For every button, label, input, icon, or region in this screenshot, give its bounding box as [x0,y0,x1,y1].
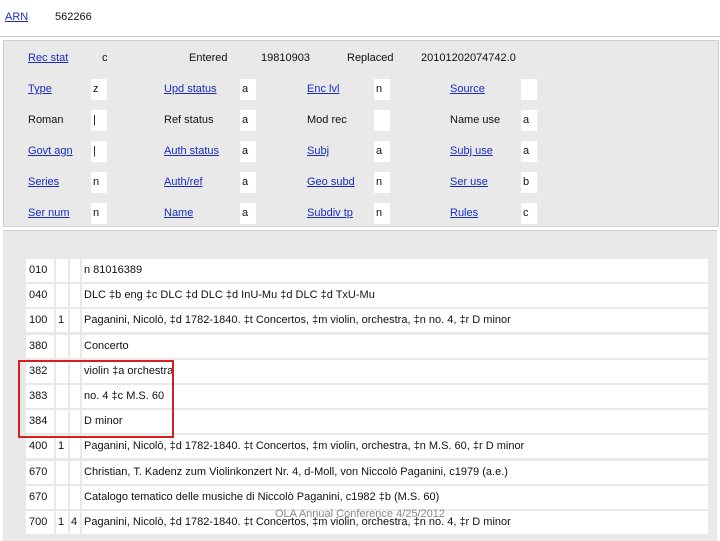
mod-rec-label: Mod rec [307,114,347,126]
ser-use-label[interactable]: Ser use [450,176,488,188]
series-field[interactable]: n [91,172,107,193]
indicator-1[interactable]: 1 [56,435,68,459]
fixed-fields-panel: Rec stat c Entered 19810903 Replaced 201… [3,40,719,227]
auth-status-label[interactable]: Auth status [164,145,219,157]
arn-link[interactable]: ARN [5,11,28,23]
type-field[interactable]: z [91,79,107,100]
subdiv-tp-label[interactable]: Subdiv tp [307,207,353,219]
series-label[interactable]: Series [28,176,59,188]
field-tag[interactable]: 670 [26,460,54,484]
arn-value: 562266 [55,11,92,23]
field-data[interactable]: DLC ‡b eng ‡c DLC ‡d DLC ‡d InU-Mu ‡d DL… [82,284,708,308]
subj-field[interactable]: a [374,141,390,162]
indicator-2[interactable] [70,435,80,459]
indicator-2[interactable] [70,259,80,282]
mod-rec-field[interactable] [374,110,390,131]
field-row-670: 670 Catalogo tematico delle musiche di Ni… [23,485,708,509]
field-tag[interactable]: 100 [26,309,54,333]
field-tag[interactable]: 380 [26,334,54,358]
geo-subd-label[interactable]: Geo subd [307,176,355,188]
field-tag[interactable]: 400 [26,435,54,459]
entered-label: Entered [189,52,228,64]
record-header: ARN 562266 [0,0,720,37]
field-row-670: 670 Christian, T. Kadenz zum Violinkonzer… [23,460,708,484]
field-data[interactable]: D minor [82,410,708,434]
source-label[interactable]: Source [450,83,485,95]
govt-agn-label[interactable]: Govt agn [28,145,73,157]
footer-caption: OLA Annual Conference 4/25/2012 [274,508,446,520]
indicator-1[interactable] [56,485,68,509]
field-tag[interactable]: 040 [26,284,54,308]
enc-lvl-label[interactable]: Enc lvl [307,83,339,95]
field-data[interactable]: Catalogo tematico delle musiche di Nicco… [82,485,708,509]
roman-label: Roman [28,114,64,126]
rec-stat-link[interactable]: Rec stat [28,52,68,64]
subj-use-field[interactable]: a [521,141,537,162]
ref-status-label: Ref status [164,114,214,126]
field-tag[interactable]: 670 [26,485,54,509]
auth-status-field[interactable]: a [240,141,256,162]
name-use-field[interactable]: a [521,110,537,131]
field-data[interactable]: violin ‡a orchestra [82,359,708,383]
indicator-2[interactable] [70,334,80,358]
type-label[interactable]: Type [28,83,52,95]
field-row-380: 380 Concerto [23,334,708,358]
replaced-value: 20101202074742.0 [421,52,516,64]
field-tag[interactable]: 010 [26,259,54,282]
indicator-1[interactable] [56,334,68,358]
indicator-1[interactable] [56,259,68,282]
field-data[interactable]: no. 4 ‡c M.S. 60 [82,385,708,408]
rec-stat-value: c [102,52,108,64]
field-row-400: 400 1 Paganini, Nicolò, ‡d 1782-1840. ‡t C… [23,435,708,459]
ref-status-field[interactable]: a [240,110,256,131]
field-row-010: 010 n 81016389 [23,259,708,282]
ser-num-field[interactable]: n [91,203,107,224]
replaced-label: Replaced [347,52,394,64]
rules-label[interactable]: Rules [450,207,478,219]
subj-use-label[interactable]: Subj use [450,145,493,157]
auth-ref-label[interactable]: Auth/ref [164,176,203,188]
upd-status-label[interactable]: Upd status [164,83,217,95]
indicator-1[interactable]: 1 [56,309,68,333]
roman-field[interactable]: | [91,110,107,131]
field-row-040: 040 DLC ‡b eng ‡c DLC ‡d DLC ‡d InU-Mu ‡d… [23,284,708,308]
rules-field[interactable]: c [521,203,537,224]
indicator-1[interactable] [56,460,68,484]
geo-subd-field[interactable]: n [374,172,390,193]
enc-lvl-field[interactable]: n [374,79,390,100]
name-label[interactable]: Name [164,207,193,219]
indicator-2[interactable] [70,284,80,308]
field-data[interactable]: Concerto [82,334,708,358]
name-use-label: Name use [450,114,501,126]
upd-status-field[interactable]: a [240,79,256,100]
field-row-100: 100 1 Paganini, Nicolò, ‡d 1782-1840. ‡t C… [23,309,708,333]
auth-ref-field[interactable]: a [240,172,256,193]
subj-label[interactable]: Subj [307,145,329,157]
name-field[interactable]: a [240,203,256,224]
govt-agn-field[interactable]: | [91,141,107,162]
highlight-box [18,360,174,438]
ser-use-field[interactable]: b [521,172,537,193]
indicator-2[interactable] [70,485,80,509]
entered-value: 19810903 [261,52,310,64]
ser-num-label[interactable]: Ser num [28,207,70,219]
field-data[interactable]: Christian, T. Kadenz zum Violinkonzert N… [82,460,708,484]
subdiv-tp-field[interactable]: n [374,203,390,224]
indicator-2[interactable] [70,460,80,484]
source-field[interactable] [521,79,537,100]
field-data[interactable]: n 81016389 [82,259,708,282]
field-data[interactable]: Paganini, Nicolò, ‡d 1782-1840. ‡t Conce… [82,435,708,459]
indicator-2[interactable] [70,309,80,333]
indicator-1[interactable] [56,284,68,308]
field-data[interactable]: Paganini, Nicolò, ‡d 1782-1840. ‡t Conce… [82,309,708,333]
